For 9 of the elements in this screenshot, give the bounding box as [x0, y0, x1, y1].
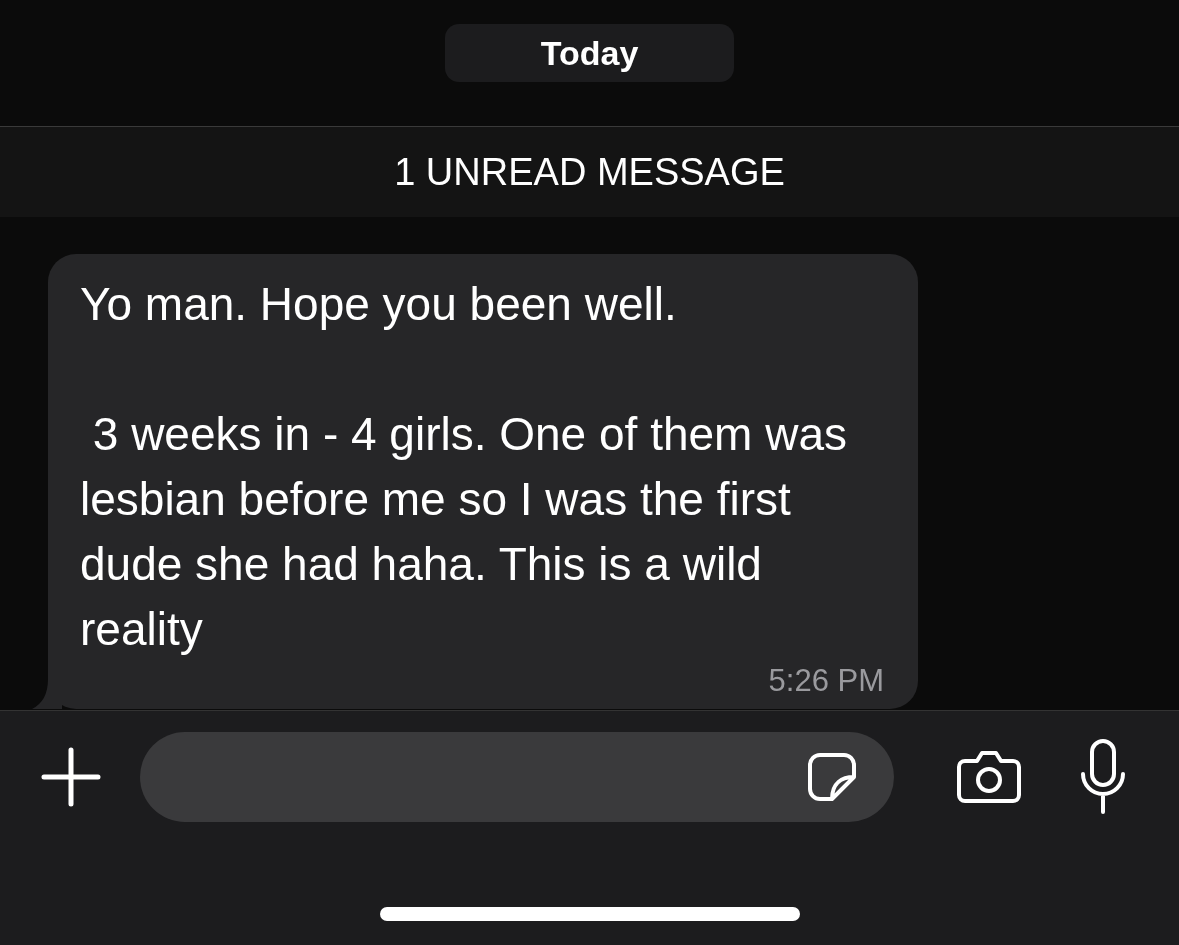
date-chip: Today	[444, 24, 735, 82]
unread-label: 1 UNREAD MESSAGE	[394, 149, 785, 195]
camera-icon	[955, 749, 1023, 805]
microphone-icon	[1079, 738, 1127, 816]
microphone-button[interactable]	[1078, 737, 1128, 817]
sticker-icon[interactable]	[806, 751, 858, 803]
message-text: Yo man. Hope you been well. 3 weeks in - 4 girls. One of them was lesbian before me so I was the first dude she had haha. This is a wild reality	[80, 277, 848, 657]
plus-icon	[40, 746, 102, 808]
message-time: 5:26 PM	[768, 662, 884, 700]
